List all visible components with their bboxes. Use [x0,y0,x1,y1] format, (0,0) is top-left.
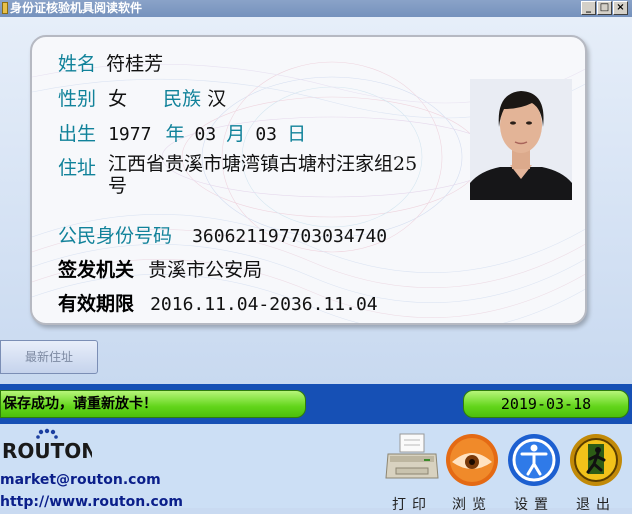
day-label: 日 [287,123,307,145]
exit-button[interactable]: 退出 [568,432,624,513]
year-label: 年 [165,123,185,145]
routon-logo-mark: ROUTON [2,428,98,463]
birth-label: 出生 [58,123,97,145]
name-value: 符桂芳 [106,53,164,75]
print-button[interactable]: 打印 [384,432,440,513]
id-card: 姓名 符桂芳 性别 女 民族 汉 出生 1977 年 03 月 03 日 住址 … [30,35,587,325]
ethnic-label: 民族 [163,88,202,110]
address-value: 江西省贵溪市塘湾镇古塘村汪家组25 号 [108,153,417,197]
id-number-label: 公民身份号码 [58,225,173,247]
address-line-1: 江西省贵溪市塘湾镇古塘村汪家组25 [108,153,418,175]
ethnic-value: 汉 [207,88,227,110]
exit-icon [570,434,622,486]
title-bar: 身份证核验机具阅读软件 _ □ × [0,0,632,17]
sex-ethnic-row: 性别 女 民族 汉 [58,84,226,111]
app-icon [2,2,8,14]
exit-label: 退出 [576,497,616,513]
birth-row: 出生 1977 年 03 月 03 日 [58,119,306,146]
id-number-row: 公民身份号码 360621197703034740 [58,221,387,248]
window-title: 身份证核验机具阅读软件 [10,1,143,15]
routon-logo: ROUTON [2,428,98,464]
window-controls: _ □ × [581,1,628,15]
address-row: 住址 [58,153,96,180]
accessibility-icon [508,434,560,486]
close-button[interactable]: × [613,1,628,15]
print-label: 打印 [392,497,432,513]
sex-value: 女 [108,88,128,110]
address-line-2: 号 [108,175,128,197]
sex-label: 性别 [58,88,97,110]
settings-label: 设置 [514,497,554,513]
printer-icon [385,433,439,479]
browse-button[interactable]: 浏览 [444,432,500,513]
latest-address-button[interactable]: 最新住址 [0,340,98,374]
id-number-value: 360621197703034740 [192,226,388,247]
status-message: 保存成功，请重新放卡！ [0,390,306,418]
authority-label: 签发机关 [58,259,135,281]
validity-value: 2016.11.04-2036.11.04 [150,294,378,315]
birth-day: 03 [255,124,278,145]
browse-label: 浏览 [452,497,492,513]
validity-label: 有效期限 [58,293,135,315]
eye-icon [446,434,498,486]
minimize-button[interactable]: _ [581,1,596,15]
status-date: 2019-03-18 [463,390,629,418]
authority-row: 签发机关 贵溪市公安局 [58,255,262,282]
birth-month: 03 [194,124,217,145]
logo-text: ROUTON [2,439,92,463]
validity-row: 有效期限 2016.11.04-2036.11.04 [58,289,378,316]
birth-year: 1977 [108,124,152,145]
contact-email[interactable]: market@routon.com [0,472,161,488]
month-label: 月 [226,123,246,145]
authority-value: 贵溪市公安局 [148,259,263,281]
portrait-photo [470,79,572,200]
name-label: 姓名 [58,53,97,75]
maximize-button[interactable]: □ [597,1,612,15]
settings-button[interactable]: 设置 [506,432,562,513]
name-row: 姓名 符桂芳 [58,49,163,76]
address-label: 住址 [58,157,97,179]
